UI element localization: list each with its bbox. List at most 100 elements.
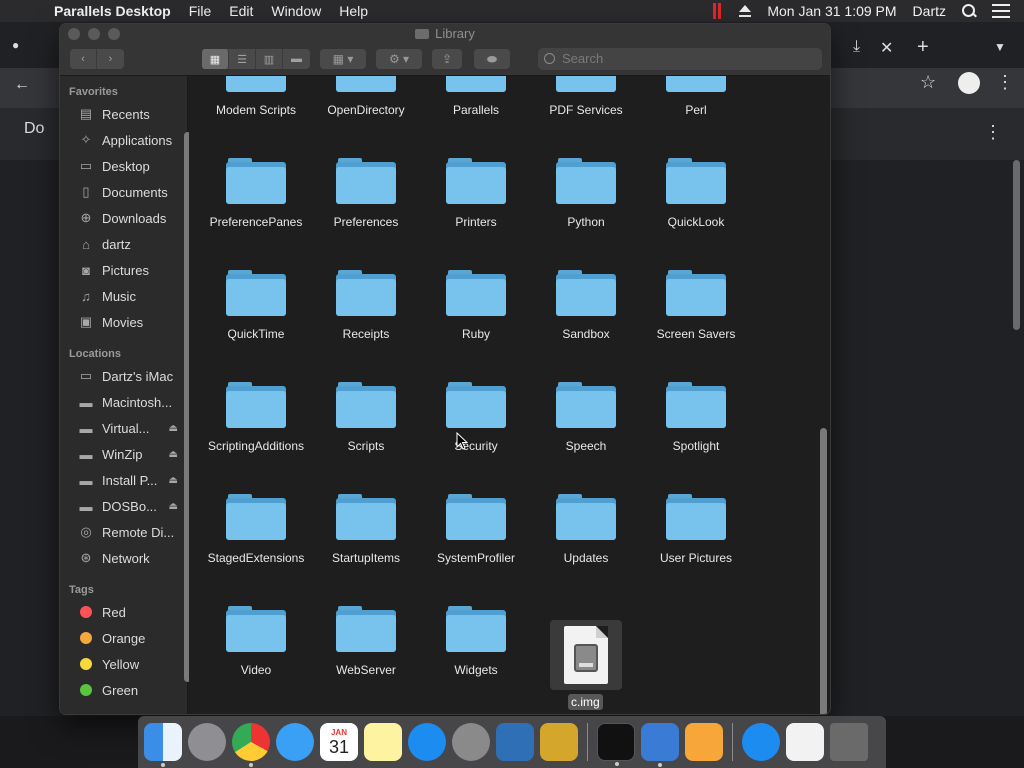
folder-printers[interactable]: Printers bbox=[421, 158, 531, 230]
spotlight-search-icon[interactable] bbox=[962, 4, 976, 18]
sidebar-item-network[interactable]: ⊛ Network bbox=[76, 546, 186, 570]
folder-preferences[interactable]: Preferences bbox=[311, 158, 421, 230]
sidebar-tag-yellow[interactable]: Yellow bbox=[76, 652, 186, 676]
sidebar-item-remote-disc[interactable]: ◎ Remote Di... bbox=[76, 520, 186, 544]
sidebar-item-dosbox[interactable]: ▬ DOSBo... ⏏ bbox=[76, 494, 186, 518]
menu-help[interactable]: Help bbox=[339, 3, 368, 19]
eject-icon[interactable]: ⏏ bbox=[169, 475, 178, 486]
folder-ruby[interactable]: Ruby bbox=[421, 270, 531, 342]
menubar-clock[interactable]: Mon Jan 31 1:09 PM bbox=[767, 3, 896, 19]
trash-icon[interactable] bbox=[830, 723, 868, 761]
chrome-icon[interactable] bbox=[232, 723, 270, 767]
sidebar-tag-orange[interactable]: Orange bbox=[76, 626, 186, 650]
app-menu[interactable]: Parallels Desktop bbox=[54, 3, 171, 19]
browser-close-tab-icon[interactable]: ✕ bbox=[880, 38, 893, 58]
folder-sandbox[interactable]: Sandbox bbox=[531, 270, 641, 342]
gallery-view-button[interactable]: ▬ bbox=[283, 49, 310, 69]
sidebar-item-pictures[interactable]: ◙ Pictures bbox=[76, 258, 186, 282]
sidebar-tag-green[interactable]: Green bbox=[76, 678, 186, 702]
launchpad-icon[interactable] bbox=[188, 723, 226, 761]
notification-center-icon[interactable] bbox=[992, 4, 1010, 18]
list-view-button[interactable]: ☰ bbox=[229, 49, 256, 69]
finder-icon[interactable] bbox=[144, 723, 182, 767]
sidebar-item-documents[interactable]: ▯ Documents bbox=[76, 180, 186, 204]
search-field[interactable]: Search bbox=[538, 48, 822, 70]
parallels-status-icon[interactable] bbox=[713, 3, 723, 19]
sidebar-item-applications[interactable]: ✧ Applications bbox=[76, 128, 186, 152]
column-view-button[interactable]: ▥ bbox=[256, 49, 283, 69]
sidebar-item-music[interactable]: ♫ Music bbox=[76, 284, 186, 308]
bookmark-star-icon[interactable]: ☆ bbox=[920, 72, 936, 93]
sidebar-item-install[interactable]: ▬ Install P... ⏏ bbox=[76, 468, 186, 492]
folder-scriptingadditions[interactable]: ScriptingAdditions bbox=[201, 382, 311, 454]
folder-video[interactable]: Video bbox=[201, 606, 311, 678]
folder-webserver[interactable]: WebServer bbox=[311, 606, 421, 678]
folder-speech[interactable]: Speech bbox=[531, 382, 641, 454]
folder-stagedextensions[interactable]: StagedExtensions bbox=[201, 494, 311, 566]
virtualbox-icon[interactable] bbox=[496, 723, 534, 761]
sidebar-tag-red[interactable]: Red bbox=[76, 600, 186, 624]
folder-spotlight[interactable]: Spotlight bbox=[641, 382, 751, 454]
menu-file[interactable]: File bbox=[189, 3, 212, 19]
folder-receipts[interactable]: Receipts bbox=[311, 270, 421, 342]
eject-icon[interactable] bbox=[739, 5, 752, 17]
system-preferences-icon[interactable] bbox=[452, 723, 490, 761]
tags-button[interactable]: ⬬ bbox=[474, 49, 510, 69]
folder-widgets[interactable]: Widgets bbox=[421, 606, 531, 678]
sidebar-item-recents[interactable]: ▤ Recents bbox=[76, 102, 186, 126]
sidebar-item-virtual[interactable]: ▬ Virtual... ⏏ bbox=[76, 416, 186, 440]
notes-icon[interactable] bbox=[364, 723, 402, 761]
sidebar-item-imac[interactable]: ▭ Dartz's iMac bbox=[76, 364, 186, 388]
folder-perl[interactable]: Perl bbox=[641, 76, 751, 118]
share-button[interactable]: ⇪ bbox=[432, 49, 462, 69]
profile-avatar-icon[interactable] bbox=[958, 72, 980, 94]
back-button[interactable]: ‹ bbox=[70, 49, 97, 69]
folder-screen-savers[interactable]: Screen Savers bbox=[641, 270, 751, 342]
folder-quicklook[interactable]: QuickLook bbox=[641, 158, 751, 230]
folder-modem-scripts[interactable]: Modem Scripts bbox=[201, 76, 311, 118]
browser-new-tab-icon[interactable]: + bbox=[917, 36, 929, 59]
folder-updates[interactable]: Updates bbox=[531, 494, 641, 566]
group-by-button[interactable]: ▦ ▾ bbox=[320, 49, 366, 69]
folder-security[interactable]: Security bbox=[421, 382, 531, 454]
sidebar-item-home[interactable]: ⌂ dartz bbox=[76, 232, 186, 256]
sidebar-item-downloads[interactable]: ⊕ Downloads bbox=[76, 206, 186, 230]
browser-scrollbar[interactable] bbox=[1013, 160, 1020, 330]
eject-icon[interactable]: ⏏ bbox=[169, 423, 178, 434]
forward-button[interactable]: › bbox=[97, 49, 124, 69]
disk-image-icon[interactable] bbox=[786, 723, 824, 761]
content-scrollbar[interactable] bbox=[820, 428, 827, 714]
sidebar-item-macintosh-hd[interactable]: ▬ Macintosh... bbox=[76, 390, 186, 414]
action-gear-button[interactable]: ⚙ ▾ bbox=[376, 49, 422, 69]
folder-scripts[interactable]: Scripts bbox=[311, 382, 421, 454]
eject-icon[interactable]: ⏏ bbox=[169, 501, 178, 512]
folder-python[interactable]: Python bbox=[531, 158, 641, 230]
calendar-icon[interactable]: JAN 31 bbox=[320, 723, 358, 761]
menu-edit[interactable]: Edit bbox=[229, 3, 253, 19]
page-more-icon[interactable]: ⋮ bbox=[984, 122, 1002, 143]
folder-preferencepanes[interactable]: PreferencePanes bbox=[201, 158, 311, 230]
browser-tab-menu-icon[interactable]: ▼ bbox=[994, 40, 1006, 54]
folder-parallels[interactable]: Parallels bbox=[421, 76, 531, 118]
eject-icon[interactable]: ⏏ bbox=[169, 449, 178, 460]
app-store-download-icon[interactable] bbox=[742, 723, 780, 761]
folder-user-pictures[interactable]: User Pictures bbox=[641, 494, 751, 566]
folder-systemprofiler[interactable]: SystemProfiler bbox=[421, 494, 531, 566]
parallels-icon[interactable] bbox=[641, 723, 679, 767]
menu-window[interactable]: Window bbox=[271, 3, 321, 19]
home-app-icon[interactable] bbox=[685, 723, 723, 761]
icon-view-button[interactable]: ▦ bbox=[202, 49, 229, 69]
browser-download-icon[interactable]: ⤓ bbox=[853, 38, 860, 56]
menubar-user[interactable]: Dartz bbox=[913, 3, 946, 19]
safari-icon[interactable] bbox=[276, 723, 314, 761]
archive-utility-icon[interactable] bbox=[540, 723, 578, 761]
app-store-icon[interactable] bbox=[408, 723, 446, 761]
sidebar-item-movies[interactable]: ▣ Movies bbox=[76, 310, 186, 334]
folder-opendirectory[interactable]: OpenDirectory bbox=[311, 76, 421, 118]
folder-startupitems[interactable]: StartupItems bbox=[311, 494, 421, 566]
browser-menu-icon[interactable]: ⋮ bbox=[996, 72, 1014, 93]
folder-pdf-services[interactable]: PDF Services bbox=[531, 76, 641, 118]
browser-back-icon[interactable]: ← bbox=[14, 76, 30, 94]
terminal-icon[interactable] bbox=[597, 723, 635, 766]
folder-quicktime[interactable]: QuickTime bbox=[201, 270, 311, 342]
